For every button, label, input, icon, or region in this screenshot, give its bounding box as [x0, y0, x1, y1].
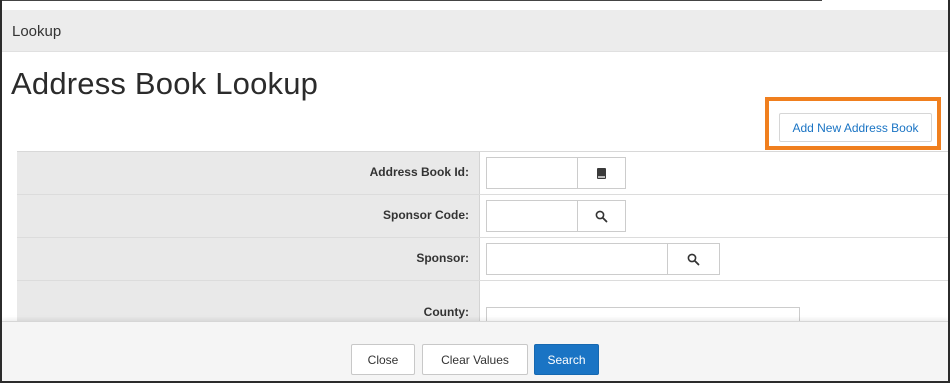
county-label: County: — [423, 305, 469, 319]
label-cell: Sponsor Code: — [17, 195, 480, 237]
sponsor-code-input[interactable] — [486, 200, 578, 232]
address-book-id-input[interactable] — [486, 157, 578, 189]
form-row-address-book-id: Address Book Id: — [17, 152, 948, 195]
label-cell: County: — [17, 281, 480, 321]
close-button[interactable]: Close — [351, 344, 415, 375]
sponsor-code-label: Sponsor Code: — [383, 208, 469, 222]
label-cell: Sponsor: — [17, 238, 480, 280]
lookup-header: Lookup — [2, 10, 948, 52]
input-cell — [481, 238, 948, 280]
sponsor-input[interactable] — [486, 243, 668, 275]
lookup-window: Lookup Address Book Lookup Add New Addre… — [0, 0, 950, 383]
search-icon — [687, 253, 700, 265]
sponsor-label: Sponsor: — [416, 251, 469, 265]
address-book-id-label: Address Book Id: — [369, 165, 469, 179]
top-divider — [2, 0, 822, 1]
header-title: Lookup — [12, 23, 62, 40]
input-cell — [481, 152, 948, 194]
lookup-footer: Close Clear Values Search — [2, 321, 948, 381]
lookup-form: Address Book Id: Sponsor Code: Sponsor: … — [17, 151, 948, 321]
book-icon — [597, 167, 606, 179]
county-input[interactable] — [486, 307, 800, 321]
address-book-id-lookup-button[interactable] — [578, 157, 626, 189]
search-icon — [595, 210, 608, 222]
page-title: Address Book Lookup — [11, 66, 319, 101]
form-row-sponsor-code: Sponsor Code: — [17, 195, 948, 238]
clear-values-button[interactable]: Clear Values — [422, 344, 528, 375]
sponsor-code-search-button[interactable] — [578, 200, 626, 232]
label-cell: Address Book Id: — [17, 152, 480, 194]
form-row-county: County: — [17, 281, 948, 321]
input-cell — [481, 195, 948, 237]
sponsor-search-button[interactable] — [668, 243, 720, 275]
search-button[interactable]: Search — [534, 344, 599, 375]
input-cell — [481, 281, 948, 321]
add-new-address-book-button[interactable]: Add New Address Book — [779, 113, 932, 142]
form-row-sponsor: Sponsor: — [17, 238, 948, 281]
